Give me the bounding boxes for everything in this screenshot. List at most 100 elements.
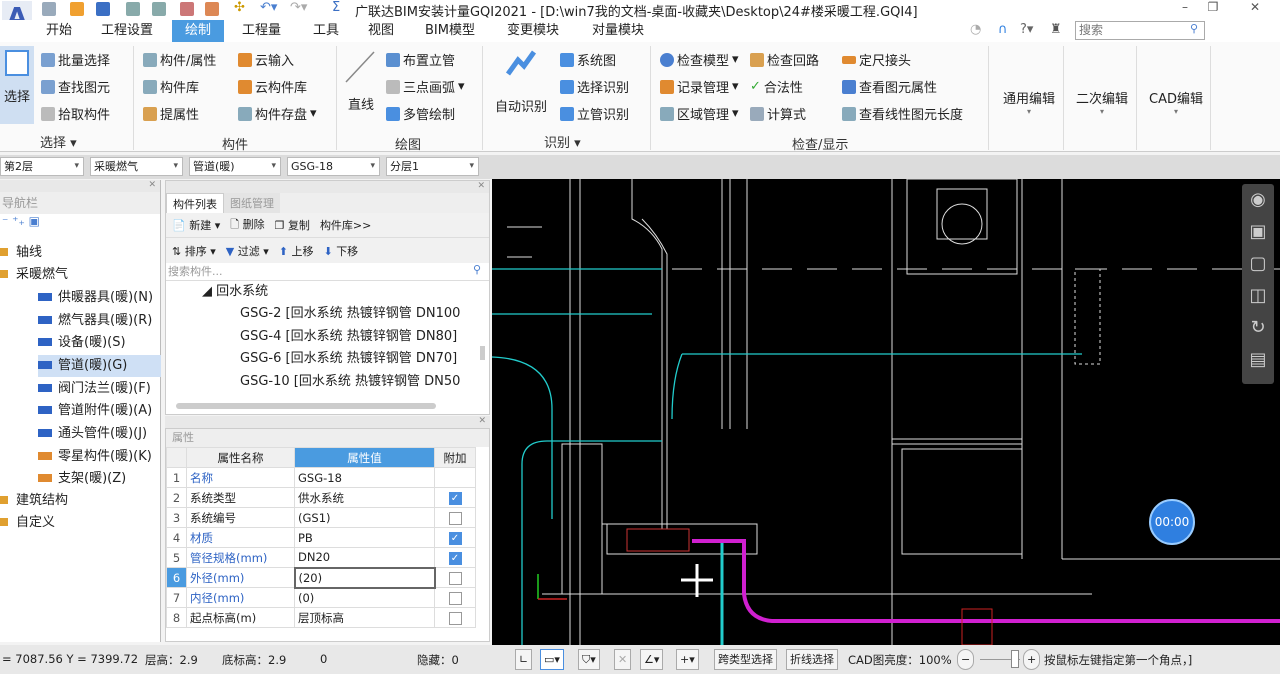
component-list-item[interactable]: GSG-6 [回水系统 热镀锌钢管 DN70]: [240, 348, 489, 371]
angle-icon[interactable]: ∠▾: [640, 649, 664, 670]
object-snap-icon[interactable]: ⛉▾: [578, 649, 600, 670]
save-icon[interactable]: [96, 2, 110, 16]
property-value[interactable]: GSG-18: [294, 467, 435, 488]
nav-item[interactable]: 设备(暖)(S): [38, 332, 126, 354]
riser-identify-button[interactable]: 立管识别: [560, 104, 629, 123]
nav-item[interactable]: 支架(暖)(Z): [38, 468, 126, 490]
property-value[interactable]: (20): [293, 566, 436, 589]
close-icon[interactable]: ✕: [165, 416, 490, 428]
property-value[interactable]: 供水系统: [294, 487, 435, 508]
brightness-increase-button[interactable]: +: [1023, 649, 1041, 670]
view-element-property-button[interactable]: 查看图元属性: [842, 77, 937, 96]
nav-item[interactable]: 阀门法兰(暖)(F): [38, 378, 151, 400]
property-row[interactable]: 5 管径规格(mm) DN20 ✓: [166, 547, 476, 568]
timer-badge[interactable]: 00:00: [1149, 499, 1195, 545]
select-identify-button[interactable]: 选择识别: [560, 77, 629, 96]
redo-icon[interactable]: ↷▾: [290, 0, 307, 15]
cloud-library-button[interactable]: 云构件库: [238, 77, 307, 96]
polyline-select-button[interactable]: 折线选择: [786, 649, 838, 670]
export-icon[interactable]: [180, 2, 194, 16]
property-row[interactable]: 3 系统编号 (GS1): [166, 507, 476, 528]
offset-icon[interactable]: +▾: [676, 649, 699, 670]
property-row[interactable]: 6 外径(mm) (20): [166, 566, 476, 589]
line-button[interactable]: 直线: [340, 46, 382, 124]
close-icon[interactable]: ✕: [166, 181, 489, 193]
filter-button[interactable]: ▼ 过滤 ▾: [226, 243, 269, 259]
property-row[interactable]: 8 起点标高(m) 层顶标高: [166, 607, 476, 628]
extra-checkbox[interactable]: [448, 591, 462, 605]
extra-checkbox[interactable]: [448, 511, 462, 525]
property-row[interactable]: 1 名称 GSG-18: [166, 467, 476, 488]
tab-change-module[interactable]: 变更模块: [499, 20, 567, 42]
component-list-item[interactable]: GSG-4 [回水系统 热镀锌钢管 DN80]: [240, 326, 489, 349]
new-file-icon[interactable]: [42, 2, 56, 16]
multi-pipe-draw-button[interactable]: 多管绘制: [386, 104, 455, 123]
group-identify[interactable]: 识别 ▾: [544, 132, 581, 151]
select-button[interactable]: 选择: [0, 46, 34, 124]
cross-icon[interactable]: ✕: [614, 649, 632, 670]
restore-button[interactable]: ❐: [1198, 0, 1228, 20]
move-up-button[interactable]: ⬆ 上移: [279, 243, 314, 259]
close-icon[interactable]: ✕: [0, 180, 160, 192]
check-model-button[interactable]: 检查模型 ▾: [660, 50, 739, 69]
area-manage-button[interactable]: 区域管理 ▾: [660, 104, 739, 123]
skin-icon[interactable]: ♜: [1050, 22, 1062, 37]
tree-group[interactable]: ◢ 回水系统: [166, 281, 489, 303]
nav-item[interactable]: 轴线: [0, 242, 42, 264]
delete-button[interactable]: 🗋 删除: [230, 216, 264, 235]
nav-item[interactable]: 通头管件(暖)(J): [38, 423, 147, 445]
place-riser-button[interactable]: 布置立管: [386, 50, 455, 69]
property-value[interactable]: DN20: [294, 547, 435, 568]
group-select[interactable]: 选择 ▾: [40, 132, 77, 151]
view-cube-icon[interactable]: ◉ ▣ ▢ ◫ ↻ ▤: [1242, 184, 1274, 376]
extra-checkbox[interactable]: ✓: [448, 531, 462, 545]
component-search-input[interactable]: 搜索构件... ⚲: [166, 263, 489, 281]
close-button[interactable]: ✕: [1240, 0, 1270, 20]
search-input[interactable]: 搜索: [1075, 21, 1205, 40]
move-down-button[interactable]: ⬇ 下移: [323, 243, 358, 259]
edit-icon[interactable]: ▣: [29, 214, 40, 228]
vertical-scrollbar[interactable]: [480, 346, 485, 360]
find-element-button[interactable]: 查找图元: [41, 77, 110, 96]
cad-edit-button[interactable]: CAD编辑 ▾: [1145, 88, 1207, 116]
selection-box-icon[interactable]: ▭▾: [540, 649, 564, 670]
user-icon[interactable]: ◔: [970, 22, 981, 37]
help-icon[interactable]: ?▾: [1020, 22, 1033, 37]
cloud-input-button[interactable]: 云输入: [238, 50, 294, 69]
component-type-select[interactable]: 管道(暖): [189, 157, 281, 176]
open-folder-icon[interactable]: [70, 2, 84, 16]
brightness-decrease-button[interactable]: −: [957, 649, 975, 670]
component-list-item[interactable]: GSG-2 [回水系统 热镀锌钢管 DN100: [240, 303, 489, 326]
property-row[interactable]: 7 内径(mm) (0): [166, 587, 476, 608]
minimize-button[interactable]: –: [1170, 0, 1200, 20]
layer-select[interactable]: 分层1: [386, 157, 479, 176]
check-loop-button[interactable]: 检查回路: [750, 50, 819, 69]
extra-checkbox[interactable]: [448, 611, 462, 625]
nav-item[interactable]: 管道附件(暖)(A): [38, 400, 152, 422]
new-button[interactable]: 📄 新建 ▾: [172, 217, 220, 233]
component-save-button[interactable]: 构件存盘 ▾: [238, 104, 317, 123]
nav-item[interactable]: 管道(暖)(G): [38, 355, 161, 377]
batch-select-button[interactable]: 批量选择: [41, 50, 110, 69]
property-value[interactable]: 层顶标高: [294, 607, 435, 628]
component-property-button[interactable]: 构件/属性: [143, 50, 216, 69]
nav-item[interactable]: 燃气器具(暖)(R): [38, 310, 152, 332]
tab-tools[interactable]: 工具: [305, 20, 347, 42]
component-select[interactable]: GSG-18: [287, 157, 380, 176]
horizontal-scrollbar[interactable]: [176, 403, 436, 409]
general-edit-button[interactable]: 通用编辑 ▾: [1000, 88, 1058, 116]
nav-item[interactable]: 采暖燃气: [0, 264, 68, 286]
search-icon[interactable]: ⚲: [473, 263, 481, 276]
orthogonal-icon[interactable]: ∟: [515, 649, 533, 670]
search-icon[interactable]: ⚲: [1190, 22, 1198, 35]
system-diagram-button[interactable]: 系统图: [560, 50, 616, 69]
import-icon[interactable]: [205, 2, 219, 16]
property-value[interactable]: PB: [294, 527, 435, 548]
move-icon[interactable]: ✣: [234, 0, 245, 15]
secondary-edit-button[interactable]: 二次编辑 ▾: [1073, 88, 1131, 116]
tab-drawing-manage[interactable]: 图纸管理: [224, 193, 280, 213]
property-value[interactable]: (0): [294, 587, 435, 608]
nav-item[interactable]: 建筑结构: [0, 490, 68, 512]
component-list-item[interactable]: GSG-10 [回水系统 热镀锌钢管 DN50: [240, 371, 489, 394]
brightness-slider-handle[interactable]: [1011, 650, 1019, 668]
